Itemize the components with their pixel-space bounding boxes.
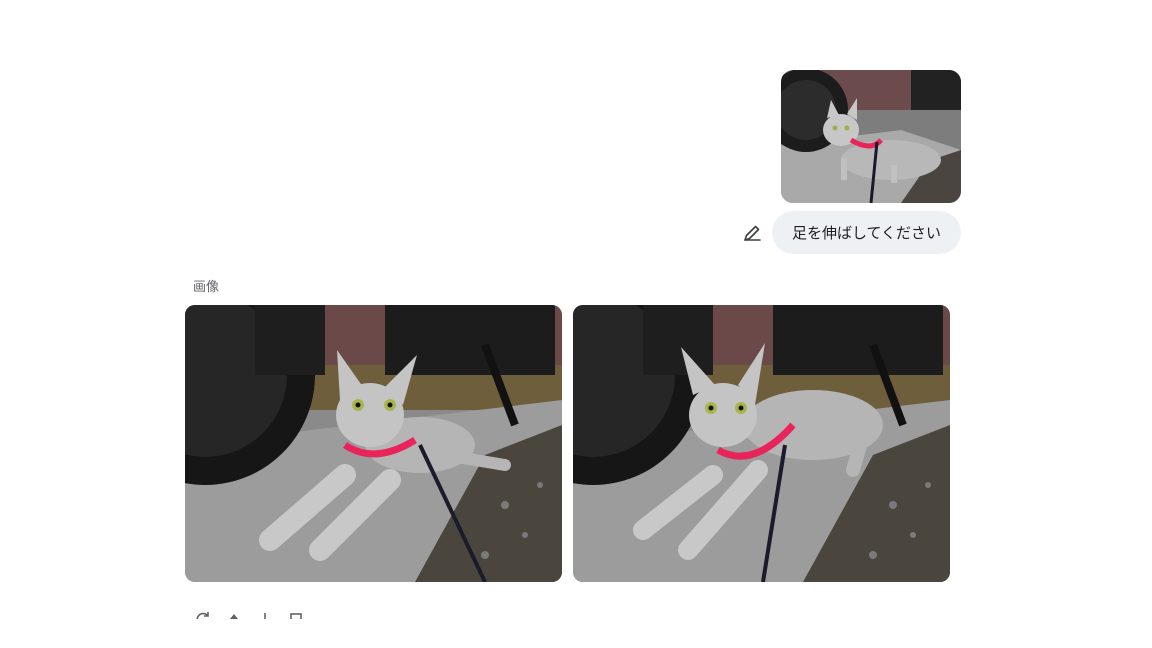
share-button[interactable] bbox=[225, 611, 243, 619]
thumbs-down-icon bbox=[264, 613, 266, 619]
generated-image-2[interactable] bbox=[573, 305, 950, 582]
chat-page: 足を伸ばしてください 画像 bbox=[0, 0, 1152, 648]
copy-button[interactable] bbox=[287, 611, 305, 619]
regenerate-button[interactable] bbox=[194, 611, 212, 619]
response-actions bbox=[194, 611, 334, 619]
regenerate-icon bbox=[196, 612, 209, 619]
generated-image-1[interactable] bbox=[185, 305, 562, 582]
user-message-bubble: 足を伸ばしてください bbox=[772, 211, 961, 254]
thumbs-up-icon bbox=[230, 614, 238, 619]
edit-prompt-button[interactable] bbox=[738, 219, 766, 247]
pencil-icon bbox=[744, 225, 761, 241]
user-message-row: 足を伸ばしてください bbox=[736, 211, 961, 254]
response-section-label: 画像 bbox=[193, 280, 220, 295]
feedback-button[interactable] bbox=[256, 611, 274, 619]
user-attachment-image[interactable] bbox=[781, 70, 961, 203]
copy-icon bbox=[290, 613, 302, 619]
